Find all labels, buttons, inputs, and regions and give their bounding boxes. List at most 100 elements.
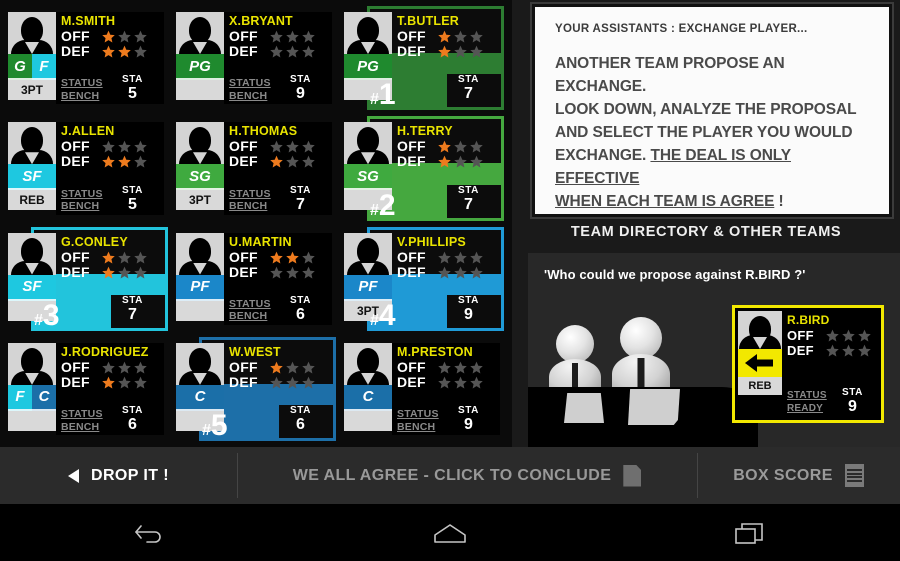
star-icon <box>134 251 147 263</box>
status-value: BENCH <box>229 310 268 323</box>
nav-back-slot[interactable] <box>0 522 300 544</box>
off-label: OFF <box>229 358 258 375</box>
card-bottom-row: STA 7 <box>397 185 497 213</box>
status-value: BENCH <box>397 420 436 433</box>
nav-recents-slot[interactable] <box>600 521 900 545</box>
star-icon <box>470 155 483 168</box>
off-stars <box>437 139 484 154</box>
player-card[interactable]: #3 SF G.CONLEY OFF DEF STA 7 <box>4 225 170 333</box>
star-icon <box>270 376 283 389</box>
def-row: DEF <box>397 44 497 59</box>
star-icon <box>470 30 483 43</box>
off-row: OFF <box>229 249 329 265</box>
player-portrait: C <box>344 342 392 435</box>
off-row: OFF <box>229 358 329 375</box>
offered-def-row: DEF <box>787 343 875 358</box>
sta-value: 6 <box>296 305 305 323</box>
star-icon <box>286 376 299 389</box>
player-card[interactable]: G F 3PT M.SMITH OFF DEF STATUS BENCH STA 5 <box>4 4 170 112</box>
sta-col: STA 7 <box>122 295 143 323</box>
game-screen: G F 3PT M.SMITH OFF DEF STATUS BENCH STA 5 PG X.BR… <box>0 0 900 561</box>
offered-player-tag: REB <box>738 377 782 395</box>
def-stars <box>101 154 148 169</box>
player-portrait: PF <box>176 232 224 325</box>
directory-question: 'Who could we propose against R.BIRD ?' <box>544 267 806 282</box>
star-icon <box>302 376 315 389</box>
player-positions: SF <box>8 274 56 301</box>
position-badge: SF <box>8 274 56 301</box>
player-name: W.WEST <box>229 344 281 359</box>
player-card[interactable]: PF U.MARTIN OFF DEF STATUS BENCH STA 6 <box>172 225 338 333</box>
sta-col: STA 9 <box>458 295 479 323</box>
player-card[interactable]: #4 PF 3PT V.PHILLIPS OFF DEF STA 9 <box>340 225 506 333</box>
status-col: STATUS BENCH <box>61 77 103 102</box>
star-icon <box>302 45 315 58</box>
we-all-agree-button[interactable]: WE ALL AGREE - CLICK TO CONCLUDE <box>237 447 697 504</box>
star-icon <box>134 361 147 374</box>
sta-col: STA 9 <box>458 405 479 433</box>
player-portrait: SF REB <box>8 122 56 214</box>
nav-home-slot[interactable] <box>300 522 600 544</box>
player-info: M.SMITH OFF DEF STATUS BENCH STA 5 <box>56 12 164 105</box>
player-card[interactable]: SG 3PT H.THOMAS OFF DEF STATUS BENCH STA 7 <box>172 114 338 222</box>
player-positions: PG <box>176 54 224 80</box>
off-row: OFF <box>61 29 161 44</box>
player-card[interactable]: #1 PG T.BUTLER OFF DEF STA 7 <box>340 4 506 112</box>
star-icon <box>118 45 131 58</box>
player-tag: 3PT <box>8 80 56 100</box>
player-card[interactable]: FC J.RODRIGUEZ OFF DEF STATUS BENCH STA 6 <box>4 335 170 443</box>
def-row: DEF <box>229 44 329 59</box>
player-info: H.THOMAS OFF DEF STATUS BENCH STA 7 <box>224 122 332 215</box>
player-card[interactable]: SF REB J.ALLEN OFF DEF STATUS BENCH STA 5 <box>4 114 170 222</box>
agree-label-rest: - CLICK TO CONCLUDE <box>418 466 612 484</box>
star-icon <box>270 140 283 153</box>
sta-value: 7 <box>128 305 137 323</box>
player-positions: GF <box>8 54 56 80</box>
star-icon <box>134 155 147 168</box>
player-info: V.PHILLIPS OFF DEF STA 9 <box>392 233 500 325</box>
off-stars <box>437 29 484 44</box>
off-stars <box>825 328 872 343</box>
assistants-scene <box>528 293 758 447</box>
star-icon <box>470 266 483 278</box>
position-badge: SG <box>344 164 392 191</box>
message-line-1: ANOTHER TEAM PROPOSE AN EXCHANGE. <box>555 55 785 95</box>
star-icon <box>102 30 115 43</box>
sta-value: 5 <box>128 195 137 213</box>
star-icon <box>454 155 467 168</box>
off-label: OFF <box>61 248 90 265</box>
sta-label: STA <box>457 184 479 196</box>
drop-it-button[interactable]: DROP IT ! <box>0 447 237 504</box>
off-label: OFF <box>61 138 90 155</box>
offered-player-card[interactable]: REB R.BIRD OFF DEF STATUS READY STA 9 <box>732 305 884 423</box>
player-card[interactable]: PG X.BRYANT OFF DEF STATUS BENCH STA 9 <box>172 4 338 112</box>
player-card[interactable]: #5 C W.WEST OFF DEF STA 6 <box>172 335 338 443</box>
box-score-button[interactable]: BOX SCORE <box>697 447 900 504</box>
star-icon <box>118 30 131 43</box>
star-icon <box>270 155 283 168</box>
assistants-message-header: YOUR ASSISTANTS : EXCHANGE PLAYER... <box>555 23 808 35</box>
card-bottom-row: STATUS BENCH STA 6 <box>229 295 329 323</box>
star-icon <box>842 344 855 357</box>
player-avatar <box>176 232 224 275</box>
selection-rank-badge: #3 <box>34 298 60 332</box>
card-bottom-row: STA 9 <box>397 295 497 323</box>
off-stars <box>101 139 148 154</box>
def-stars <box>101 265 148 280</box>
player-name: G.CONLEY <box>61 234 128 249</box>
player-name: H.TERRY <box>397 124 453 139</box>
def-row: DEF <box>61 374 161 390</box>
status-label: STATUS <box>787 390 827 401</box>
status-value: READY <box>787 402 824 414</box>
star-icon <box>102 155 115 168</box>
message-line-4: EXCHANGE. THE DEAL IS ONLY EFFECTIVE <box>555 144 875 190</box>
player-card[interactable]: C M.PRESTON OFF DEF STATUS BENCH STA 9 <box>340 335 506 443</box>
status-col: STATUS BENCH <box>397 408 439 433</box>
player-tag: REB <box>8 190 56 211</box>
player-card[interactable]: #2 SG H.TERRY OFF DEF STA 7 <box>340 114 506 222</box>
status-label: STATUS <box>61 408 103 420</box>
def-row: DEF <box>61 44 161 59</box>
assistant-head-icon <box>620 317 662 359</box>
card-bottom-row: STA 6 <box>229 405 329 433</box>
off-label: OFF <box>397 358 426 375</box>
